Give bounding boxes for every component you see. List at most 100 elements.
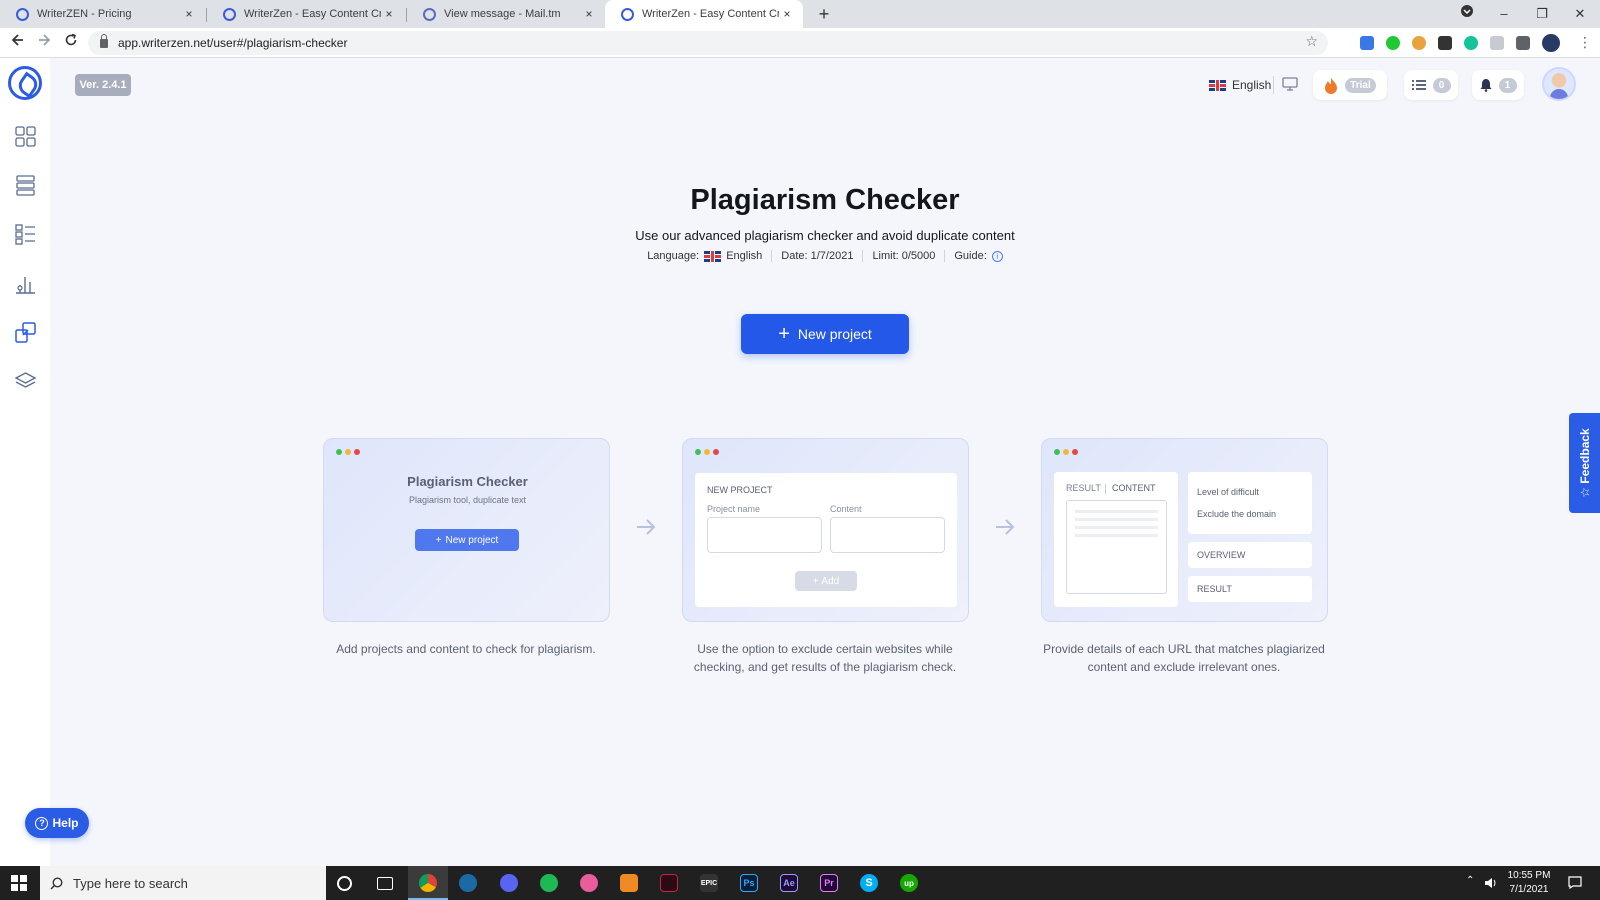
extension-icon[interactable] <box>1412 36 1426 50</box>
tab-title: WriterZen - Easy Content Creator <box>642 8 779 20</box>
bookmark-star-icon[interactable]: ☆ <box>1305 33 1318 50</box>
step-caption-2: Use the option to exclude certain websit… <box>693 642 957 674</box>
level-option-preview: Level of difficult <box>1197 487 1259 497</box>
monitor-icon[interactable] <box>1282 77 1298 91</box>
info-icon[interactable]: i <box>991 250 1003 262</box>
itunes-icon[interactable] <box>580 874 598 892</box>
tab-close-icon[interactable]: × <box>181 7 197 21</box>
photoshop-icon[interactable]: Ps <box>740 874 758 892</box>
lock-icon <box>100 33 108 48</box>
project-name-field-preview <box>707 517 822 553</box>
window-dots <box>336 449 360 455</box>
browser-tab[interactable]: WriterZen - Easy Content Creator × <box>207 0 405 28</box>
forward-button[interactable] <box>34 33 54 53</box>
action-center-icon[interactable] <box>1568 876 1582 889</box>
search-icon <box>50 876 63 890</box>
steam-icon[interactable] <box>459 874 477 892</box>
browser-tab-bar: WriterZEN - Pricing × WriterZen - Easy C… <box>0 0 1600 28</box>
epic-games-icon[interactable]: EPIC <box>700 874 718 892</box>
app-orange-icon[interactable] <box>620 874 638 892</box>
writerzen-favicon-icon <box>16 7 29 21</box>
shield-extension-icon[interactable] <box>1490 36 1504 50</box>
close-window-button[interactable]: ✕ <box>1568 4 1592 24</box>
windows-start-icon[interactable] <box>11 875 27 891</box>
browser-tab[interactable]: WriterZEN - Pricing × <box>0 0 205 28</box>
exclude-option-preview: Exclude the domain <box>1197 509 1277 519</box>
new-project-button[interactable]: + New project <box>741 314 909 354</box>
chevron-up-icon[interactable]: ⌃ <box>1466 875 1474 886</box>
layers-icon[interactable] <box>15 371 36 392</box>
puzzle-extensions-icon[interactable] <box>1516 36 1530 50</box>
tasks-pill[interactable]: 0 <box>1404 70 1458 100</box>
trial-badge: Trial <box>1345 77 1376 93</box>
restore-button[interactable]: ❐ <box>1530 4 1554 24</box>
overview-preview-panel: OVERVIEW <box>1188 542 1312 568</box>
browser-toolbar: app.writerzen.net/user#/plagiarism-check… <box>0 28 1600 58</box>
browser-tab-active[interactable]: WriterZen - Easy Content Creator × <box>605 0 803 28</box>
spotify-icon[interactable] <box>540 874 558 892</box>
divider <box>944 250 946 262</box>
content-box-preview <box>1066 500 1167 594</box>
window-dots <box>695 449 719 455</box>
help-button[interactable]: ? Help <box>25 808 89 838</box>
minimize-button[interactable]: – <box>1492 4 1516 24</box>
app-sidebar <box>0 58 50 866</box>
add-button-label: Add <box>821 575 840 587</box>
form-heading: NEW PROJECT <box>707 485 773 495</box>
user-avatar[interactable] <box>1542 67 1576 101</box>
plus-icon: + <box>812 575 822 587</box>
tab-close-icon[interactable]: × <box>581 7 597 21</box>
divider <box>1105 484 1106 494</box>
grid-icon[interactable] <box>15 126 36 147</box>
tab-title: View message - Mail.tm <box>444 8 561 20</box>
new-project-label: New project <box>797 326 872 342</box>
grammarly-icon[interactable] <box>1464 36 1478 50</box>
browser-tab[interactable]: View message - Mail.tm × <box>407 0 605 28</box>
premiere-icon[interactable]: Pr <box>820 874 838 892</box>
new-tab-button[interactable]: + <box>814 4 834 24</box>
volume-icon[interactable] <box>1484 877 1498 889</box>
result-preview-row: RESULT <box>1188 576 1312 602</box>
notifications-pill[interactable]: 1 <box>1472 70 1524 100</box>
card-add-button: + Add <box>795 571 857 591</box>
back-button[interactable] <box>8 33 28 53</box>
taskbar-clock[interactable]: 10:55 PM 7/1/2021 <box>1500 869 1558 897</box>
taskbar-search-input[interactable]: Type here to search <box>40 866 326 900</box>
fire-icon <box>1325 77 1338 94</box>
upwork-icon[interactable]: up <box>900 874 918 892</box>
divider <box>771 250 773 262</box>
language-selector[interactable]: English <box>1209 70 1271 100</box>
discord-icon[interactable] <box>500 874 518 892</box>
page-title: Plagiarism Checker <box>690 184 960 216</box>
meta-language-value[interactable]: English <box>726 250 762 262</box>
writerzen-favicon-icon <box>223 7 236 21</box>
copy-plagiarism-icon[interactable] <box>15 322 36 343</box>
profile-avatar-icon[interactable] <box>1542 34 1560 52</box>
extension-icon[interactable] <box>1386 36 1400 50</box>
meta-guide-label: Guide: <box>954 250 987 262</box>
extension-icon[interactable] <box>1360 36 1374 50</box>
task-view-icon[interactable] <box>377 877 393 890</box>
chrome-icon[interactable] <box>419 874 437 892</box>
tab-search-icon[interactable] <box>1455 4 1479 24</box>
chart-icon[interactable] <box>15 273 36 294</box>
step-card-project: NEW PROJECT Project name Content + Add <box>682 438 969 622</box>
after-effects-icon[interactable]: Ae <box>780 874 798 892</box>
window-dots <box>1054 449 1078 455</box>
reload-button[interactable] <box>61 33 81 53</box>
language-label: English <box>1232 78 1272 92</box>
uk-flag-icon <box>1209 79 1226 91</box>
address-bar[interactable]: app.writerzen.net/user#/plagiarism-check… <box>88 31 1328 55</box>
tab-close-icon[interactable]: × <box>779 7 795 21</box>
plan-pill[interactable]: Trial <box>1313 70 1387 100</box>
browser-menu-icon[interactable]: ⋮ <box>1578 34 1592 51</box>
writerzen-logo[interactable] <box>8 66 42 100</box>
cortana-icon[interactable] <box>337 876 352 891</box>
tab-close-icon[interactable]: × <box>381 7 397 21</box>
plus-icon: + <box>435 534 442 546</box>
feedback-tab[interactable]: ☆ Feedback <box>1569 413 1600 513</box>
extension-icon[interactable] <box>1438 36 1452 50</box>
help-label: Help <box>52 816 79 830</box>
vivaldi-icon[interactable] <box>660 874 678 892</box>
skype-icon[interactable]: S <box>860 874 878 892</box>
